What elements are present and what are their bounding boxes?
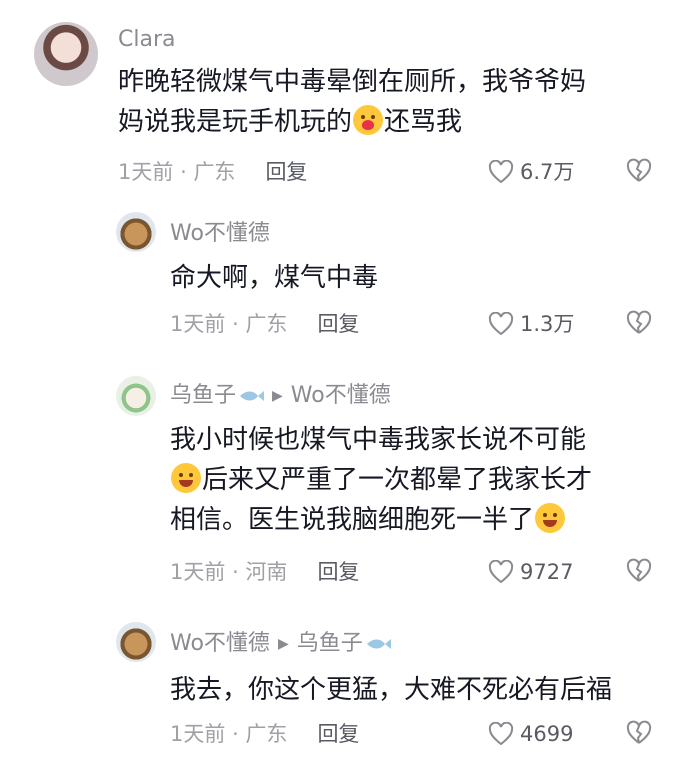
comment-text: 命大啊，煤气中毒 (170, 263, 379, 293)
fish-badge-icon (240, 391, 265, 401)
like-button[interactable]: 4699 (488, 720, 573, 748)
heart-icon (488, 160, 514, 184)
reply-arrow-icon: ▶ (277, 636, 289, 652)
avatar[interactable] (116, 622, 156, 662)
like-button[interactable]: 6.7万 (488, 158, 574, 186)
username-reply-line: Wo不懂德 ▶ 乌鱼子 (170, 630, 391, 658)
hug-emoji-icon (353, 105, 384, 135)
comment-meta: 1天前 · 广东 回复 (170, 722, 360, 746)
comment-text: 昨晚轻微煤气中毒晕倒在厕所，我爷爷妈 妈说我是玩手机玩的 还骂我 (118, 67, 587, 137)
reply-comment-3: Wo不懂德 ▶ 乌鱼子 我去，你这个更猛，大难不死必有后福 1天前 · 广东 回复 4… (0, 610, 690, 764)
avatar[interactable] (34, 22, 98, 86)
comment-meta: 1天前 · 广东 回复 (170, 312, 360, 336)
avatar[interactable] (116, 376, 156, 416)
reply-button[interactable]: 回复 (317, 560, 359, 584)
username-reply-line: 乌鱼子 ▶ Wo不懂德 (170, 382, 391, 410)
reply-comment-2: 乌鱼子 ▶ Wo不懂德 我小时候也煤气中毒我家长说不可能 后来又严重了一次都晕了我家… (0, 364, 690, 604)
username[interactable]: Clara (118, 26, 175, 54)
like-button[interactable]: 9727 (488, 558, 573, 586)
fish-badge-icon (366, 639, 391, 649)
reply-to-username[interactable]: Wo不懂德 (291, 383, 391, 408)
reply-button[interactable]: 回复 (317, 312, 359, 336)
like-count: 9727 (520, 560, 574, 584)
reply-to-username[interactable]: 乌鱼子 (297, 631, 363, 656)
broken-heart-icon[interactable] (626, 158, 652, 184)
comment-meta: 1天前 · 河南 回复 (170, 560, 360, 584)
reply-comment-1: Wo不懂德 命大啊，煤气中毒 1天前 · 广东 回复 1.3万 (0, 200, 690, 350)
reply-arrow-icon: ▶ (272, 388, 283, 404)
reply-button[interactable]: 回复 (317, 722, 359, 746)
broken-heart-icon[interactable] (626, 558, 652, 584)
username[interactable]: Wo不懂德 (170, 631, 270, 656)
comment-text: 我小时候也煤气中毒我家长说不可能 后来又严重了一次都晕了我家长才 相信。医生说我… (170, 425, 593, 535)
like-count: 1.3万 (520, 312, 575, 336)
username[interactable]: Wo不懂德 (170, 220, 270, 248)
comment-clara: Clara 昨晚轻微煤气中毒晕倒在厕所，我爷爷妈 妈说我是玩手机玩的 还骂我 1天… (0, 0, 690, 200)
comment-text: 我去，你这个更猛，大难不死必有后福 (170, 675, 613, 705)
reply-button[interactable]: 回复 (265, 160, 307, 184)
heart-icon (488, 722, 514, 746)
heart-icon (488, 312, 514, 336)
wink-tongue-emoji-icon (535, 503, 566, 533)
heart-icon (488, 560, 514, 584)
like-count: 6.7万 (520, 160, 575, 184)
broken-heart-icon[interactable] (626, 720, 652, 746)
broken-heart-icon[interactable] (626, 310, 652, 336)
like-count: 4699 (520, 722, 574, 746)
username[interactable]: 乌鱼子 (170, 383, 236, 408)
laugh-sweat-emoji-icon (171, 463, 201, 493)
comment-meta: 1天前 · 广东 回复 (118, 160, 308, 184)
like-button[interactable]: 1.3万 (488, 310, 574, 338)
avatar[interactable] (116, 212, 156, 252)
